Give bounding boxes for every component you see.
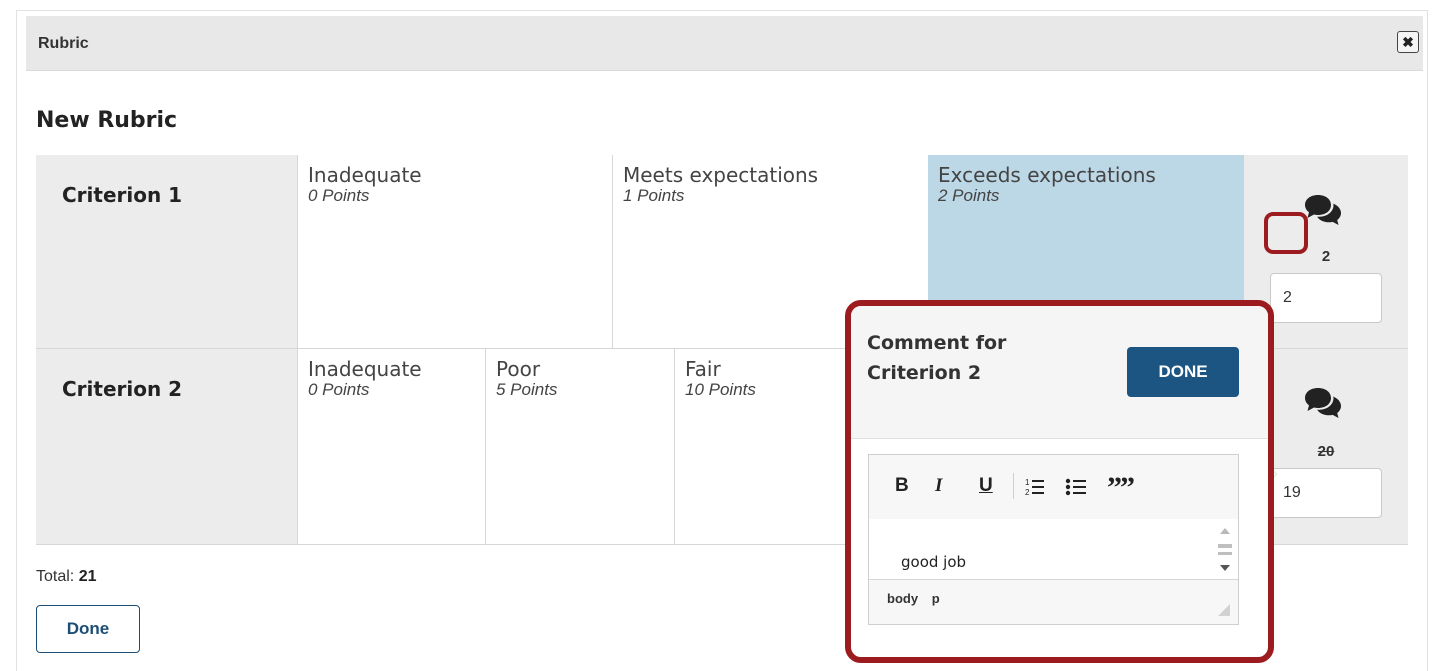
resize-handle-icon[interactable] bbox=[1218, 604, 1230, 616]
svg-text:1: 1 bbox=[1025, 478, 1030, 487]
dialog-title: Rubric bbox=[38, 35, 89, 52]
italic-button[interactable]: I bbox=[935, 475, 942, 497]
close-icon: ✖ bbox=[1402, 34, 1414, 50]
comment-icon-highlight bbox=[1264, 212, 1308, 254]
criterion-name: Criterion 2 bbox=[62, 377, 183, 401]
total-score: Total: 21 bbox=[36, 568, 97, 586]
level-cell-inadequate[interactable]: Inadequate 0 Points bbox=[297, 349, 485, 545]
popup-header: Comment for Criterion 2 DONE bbox=[851, 306, 1268, 439]
comment-popup: Comment for Criterion 2 DONE B I U 1 2 ”… bbox=[845, 300, 1274, 663]
score-input[interactable]: 19 bbox=[1270, 468, 1382, 518]
level-label: Inadequate bbox=[308, 357, 422, 381]
bold-button[interactable]: B bbox=[895, 475, 909, 497]
rich-text-editor: B I U 1 2 ”” good job body p bbox=[868, 454, 1239, 625]
level-cell-poor[interactable]: Poor 5 Points bbox=[485, 349, 674, 545]
comment-icon[interactable] bbox=[1304, 193, 1344, 227]
level-label: Poor bbox=[496, 357, 541, 381]
path-body[interactable]: body bbox=[887, 591, 918, 606]
criterion-cell: Criterion 2 bbox=[36, 349, 297, 545]
comment-text-area[interactable]: good job bbox=[869, 519, 1238, 580]
rubric-title: New Rubric bbox=[36, 108, 178, 133]
svg-text:2: 2 bbox=[1025, 488, 1030, 497]
popup-title: Comment for Criterion 2 bbox=[867, 332, 1007, 384]
toolbar-divider bbox=[1013, 473, 1014, 499]
level-points: 0 Points bbox=[308, 186, 370, 205]
bulleted-list-icon[interactable] bbox=[1065, 477, 1087, 497]
done-button[interactable]: Done bbox=[36, 605, 140, 653]
close-button[interactable]: ✖ bbox=[1397, 31, 1419, 53]
total-value: 21 bbox=[78, 568, 97, 585]
blockquote-icon[interactable]: ”” bbox=[1107, 471, 1135, 505]
level-points: 1 Points bbox=[623, 186, 685, 205]
path-p[interactable]: p bbox=[932, 591, 940, 606]
popup-done-button[interactable]: DONE bbox=[1127, 347, 1239, 397]
editor-scrollbar[interactable] bbox=[1216, 525, 1234, 575]
level-label: Meets expectations bbox=[623, 163, 819, 187]
level-cell-inadequate[interactable]: Inadequate 0 Points bbox=[297, 155, 612, 348]
level-points: 2 Points bbox=[938, 186, 1000, 205]
editor-statusbar: body p bbox=[869, 580, 1238, 624]
level-label: Exceeds expectations bbox=[938, 163, 1156, 187]
total-label: Total: bbox=[36, 568, 75, 585]
level-points: 0 Points bbox=[308, 380, 370, 399]
dialog-titlebar: Rubric ✖ bbox=[26, 16, 1423, 71]
level-points: 5 Points bbox=[496, 380, 558, 399]
score-input[interactable]: 2 bbox=[1270, 273, 1382, 323]
comment-icon[interactable] bbox=[1304, 386, 1344, 420]
criterion-name: Criterion 1 bbox=[62, 183, 183, 207]
element-path: body p bbox=[887, 591, 950, 606]
underline-button[interactable]: U bbox=[979, 475, 993, 497]
numbered-list-icon[interactable]: 1 2 bbox=[1025, 477, 1045, 497]
criterion-cell: Criterion 1 bbox=[36, 155, 297, 348]
comment-text: good job bbox=[901, 553, 967, 571]
editor-toolbar: B I U 1 2 ”” bbox=[869, 455, 1238, 520]
level-label: Inadequate bbox=[308, 163, 422, 187]
